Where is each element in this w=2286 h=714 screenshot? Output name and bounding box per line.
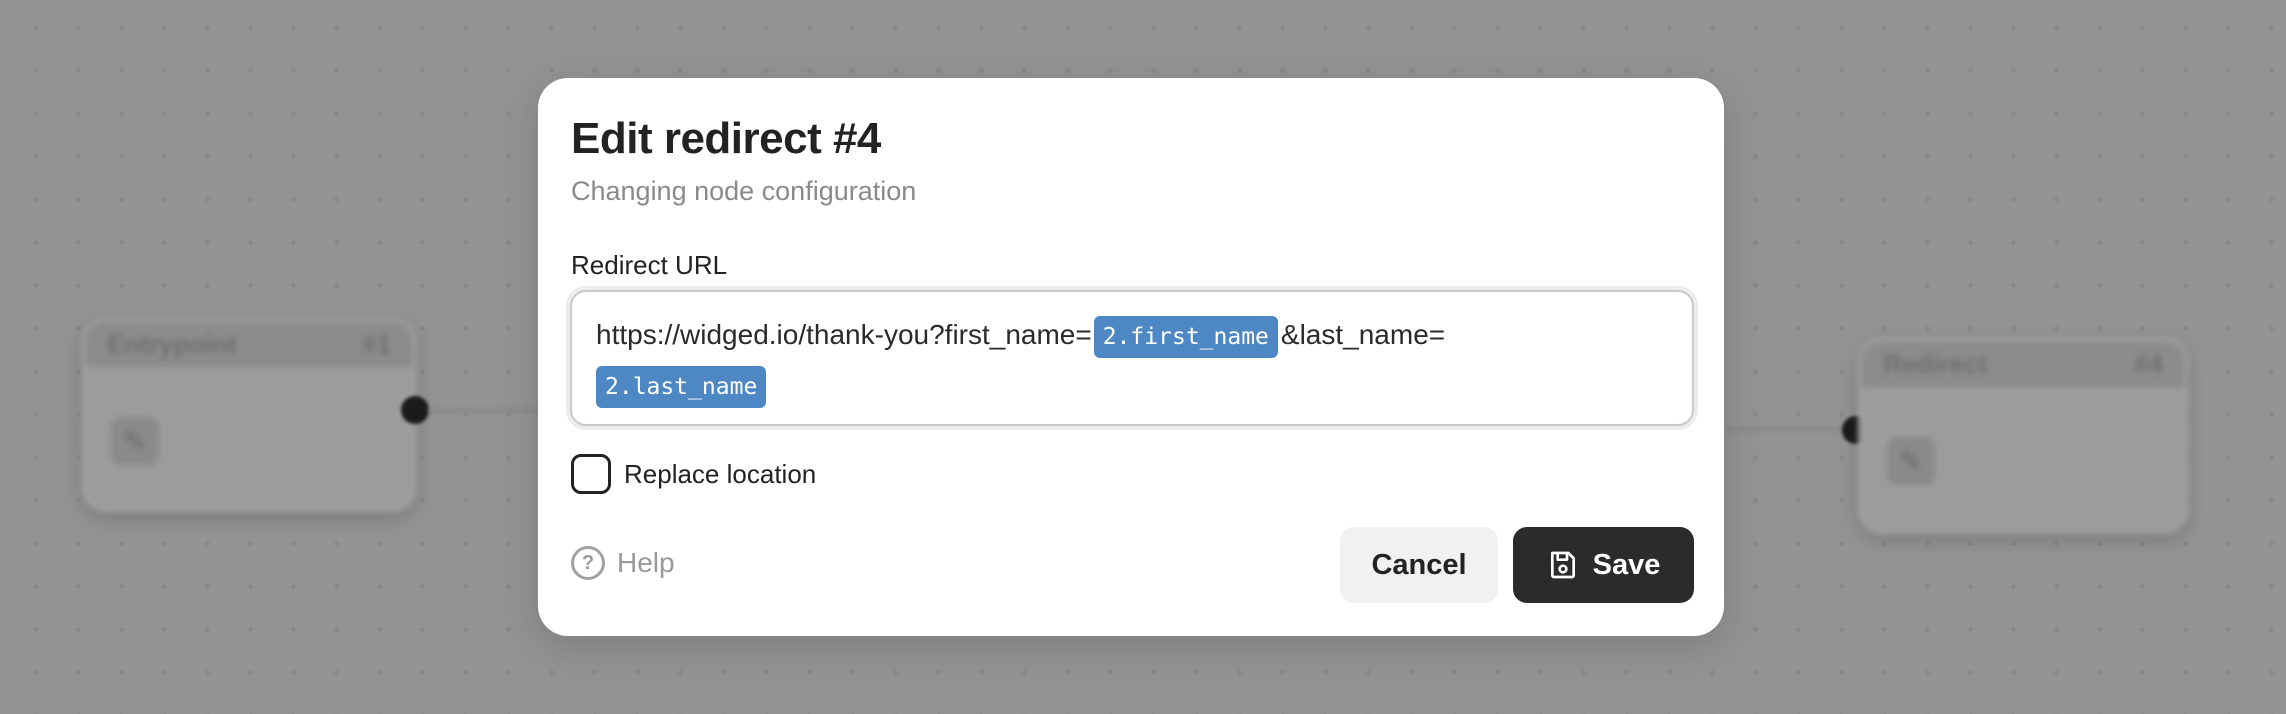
dialog-title: Edit redirect #4: [571, 114, 881, 163]
node-header: Entrypoint #1: [85, 321, 413, 367]
dialog-subtitle: Changing node configuration: [571, 176, 917, 206]
redirect-url-input[interactable]: https://widged.io/thank-you?first_name= 2…: [570, 290, 1694, 426]
node-output-handle[interactable]: [401, 396, 429, 424]
pencil-edit-icon: ✎: [111, 417, 159, 465]
entrypoint-node[interactable]: Entrypoint #1 ✎: [82, 318, 416, 512]
node-title: Entrypoint: [107, 328, 237, 359]
node-badge: #4: [2134, 348, 2163, 379]
edge-line: [1724, 428, 1854, 431]
edge-line: [428, 409, 540, 412]
node-title: Redirect: [1883, 348, 1988, 379]
cancel-label: Cancel: [1371, 548, 1467, 581]
url-text-segment: https://widged.io/thank-you?first_name=: [596, 319, 1092, 350]
redirect-node[interactable]: Redirect #4 ✎: [1858, 338, 2188, 534]
redirect-url-label: Redirect URL: [571, 250, 728, 280]
save-button[interactable]: Save: [1513, 527, 1694, 603]
cancel-button[interactable]: Cancel: [1340, 527, 1498, 603]
replace-location-row[interactable]: Replace location: [571, 454, 816, 494]
save-label: Save: [1592, 548, 1661, 581]
node-header: Redirect #4: [1861, 341, 2185, 387]
node-badge: #1: [362, 328, 391, 359]
floppy-disk-icon: [1550, 551, 1575, 579]
replace-location-label[interactable]: Replace location: [624, 459, 816, 490]
variable-tag[interactable]: 2.last_name: [596, 365, 767, 408]
variable-tag[interactable]: 2.first_name: [1093, 315, 1278, 358]
url-text-segment: &last_name=: [1280, 319, 1446, 350]
question-circle-icon: ?: [571, 546, 605, 580]
help-label: Help: [617, 547, 675, 578]
help-link[interactable]: ? Help: [571, 546, 675, 580]
pencil-edit-icon: ✎: [1887, 437, 1935, 485]
replace-location-checkbox[interactable]: [571, 454, 611, 494]
edit-redirect-dialog: Edit redirect #4 Changing node configura…: [538, 78, 1724, 636]
